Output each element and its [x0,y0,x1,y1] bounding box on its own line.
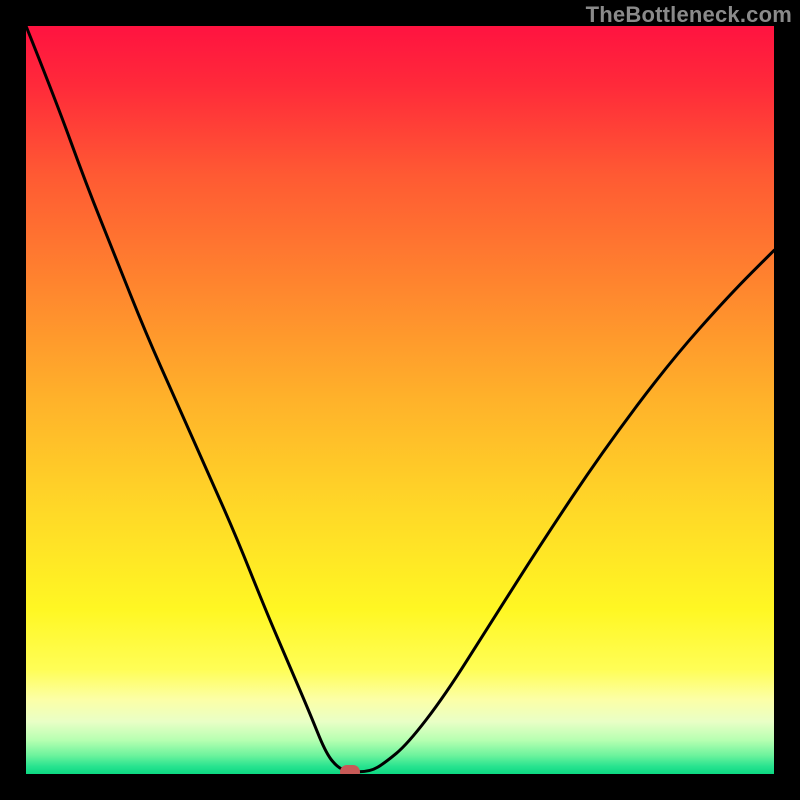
plot-svg [26,26,774,774]
plot-area [26,26,774,774]
optimum-marker [340,765,360,774]
chart-frame: TheBottleneck.com [0,0,800,800]
gradient-background [26,26,774,774]
watermark-text: TheBottleneck.com [586,2,792,28]
